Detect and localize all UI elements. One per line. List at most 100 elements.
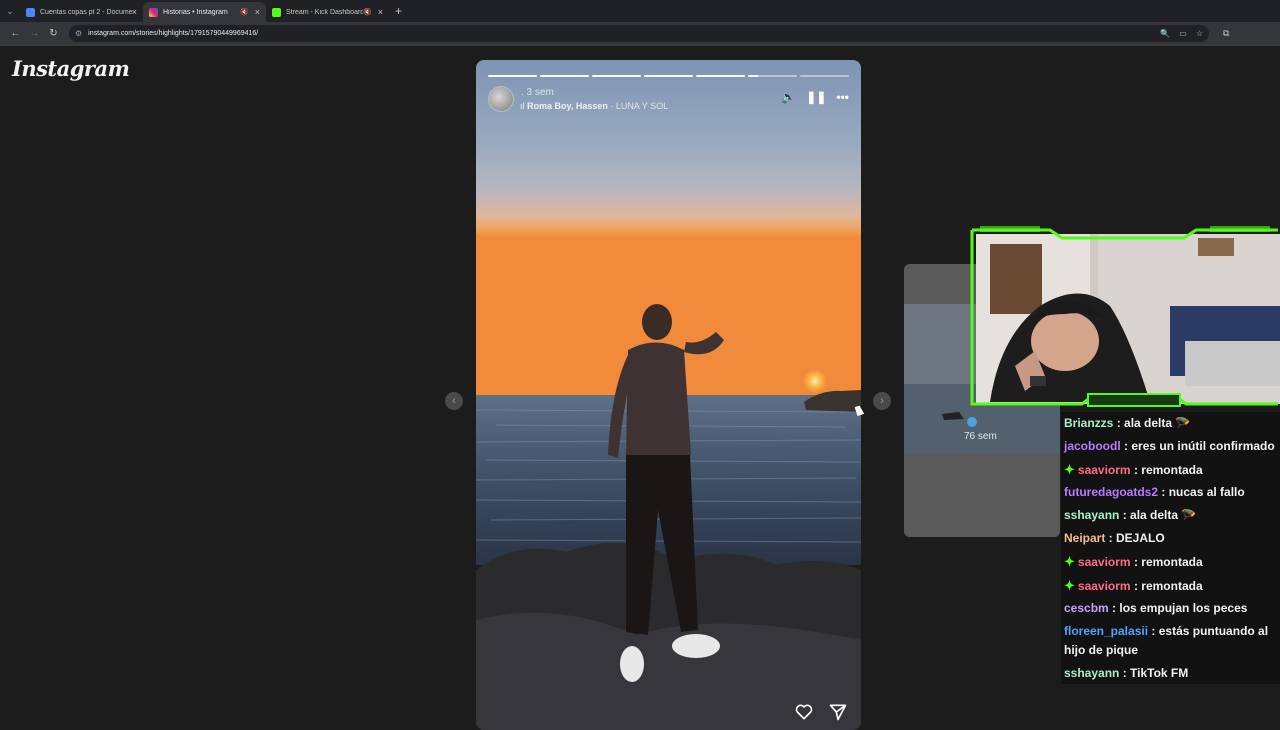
chat-username[interactable]: jacoboodl	[1064, 439, 1121, 453]
site-info-icon[interactable]: ⚙	[75, 29, 82, 38]
kick-badge-icon: ✦	[1064, 461, 1075, 477]
audio-artist[interactable]: Roma Boy, Hassen	[527, 101, 608, 111]
volume-icon[interactable]: 🔈	[781, 90, 796, 104]
chat-username[interactable]: saaviorm	[1078, 555, 1131, 569]
chat-message: futuredagoatds2 : nucas al fallo	[1064, 483, 1278, 502]
chat-text: nucas al fallo	[1168, 485, 1245, 500]
chat-separator: :	[1130, 462, 1142, 477]
back-arrow-icon[interactable]: ←	[6, 28, 25, 39]
progress-segment	[644, 75, 693, 77]
story-photo	[476, 60, 861, 730]
chat-message: sshayann : ala delta 🪂	[1064, 506, 1278, 525]
story-time: . 3 sem	[521, 87, 554, 98]
kick-favicon-icon	[272, 7, 281, 17]
chat-separator: :	[1158, 485, 1169, 500]
chat-message: sshayann : TikTok FM	[1064, 664, 1278, 683]
progress-segment	[592, 75, 641, 77]
muted-speaker-icon[interactable]: 🔇	[240, 8, 249, 16]
chat-separator: :	[1113, 416, 1125, 430]
kick-badge-icon: ✦	[1064, 577, 1075, 593]
chat-separator: :	[1130, 554, 1142, 569]
webcam-feed	[970, 226, 1280, 407]
tab-instagram[interactable]: Historias • Instagram 🔇 ×	[143, 2, 266, 22]
chat-message: ✦ saaviorm : remontada	[1064, 552, 1278, 572]
tab-search-menu-button[interactable]: ⌄	[0, 0, 20, 22]
tab-title: Cuentas copas pt 2 - Documen	[40, 8, 132, 16]
forward-arrow-icon[interactable]: →	[25, 28, 44, 39]
muted-speaker-icon[interactable]: 🔇	[363, 8, 372, 16]
chat-username[interactable]: futuredagoatds2	[1064, 485, 1158, 499]
share-send-icon[interactable]	[828, 702, 848, 722]
progress-segment-current	[748, 75, 797, 77]
tab-title: Stream - Kick Dashboard	[286, 8, 364, 16]
avatar[interactable]	[488, 86, 514, 112]
chat-message: cescbm : los empujan los peces	[1064, 599, 1278, 618]
chat-message: jacoboodl : eres un inútil confirmado	[1064, 437, 1278, 456]
chat-text: ala delta 🪂	[1130, 508, 1197, 523]
instagram-logo[interactable]: Instagram	[12, 56, 130, 81]
next-story-button[interactable]: ›	[873, 392, 891, 410]
audio-song[interactable]: LUNA Y SOL	[616, 101, 668, 111]
close-tab-icon[interactable]: ×	[255, 7, 260, 17]
chat-text: los empujan los peces	[1119, 601, 1248, 616]
story-progress-bar	[488, 75, 849, 77]
chat-username[interactable]: saaviorm	[1078, 463, 1131, 477]
chat-text: DEJALO	[1116, 530, 1165, 545]
url-text[interactable]: instagram.com/stories/highlights/1791579…	[88, 30, 1151, 37]
chat-message: ✦ saaviorm : remontada	[1064, 460, 1278, 480]
chat-separator: :	[1119, 665, 1131, 680]
extensions-icon[interactable]: ⧉	[1223, 28, 1229, 39]
chat-username[interactable]: sshayann	[1064, 508, 1119, 522]
webcam-overlay	[970, 226, 1280, 412]
chat-separator: :	[1119, 508, 1131, 523]
zoom-icon[interactable]: 🔍	[1160, 29, 1170, 38]
chat-message: Neipart : DEJALO	[1064, 529, 1278, 548]
browser-toolbar: ← → ↻ ⚙ instagram.com/stories/highlights…	[0, 22, 1280, 44]
chat-username[interactable]: Neipart	[1064, 531, 1105, 545]
tab-docs[interactable]: Cuentas copas pt 2 - Documen ×	[20, 2, 143, 22]
browser-tab-strip: ⌄ Cuentas copas pt 2 - Documen × Histori…	[0, 0, 1280, 22]
pause-icon[interactable]: ❚❚	[806, 90, 826, 104]
chat-text: ala delta 🪂	[1124, 416, 1191, 430]
instagram-favicon-icon	[149, 7, 158, 17]
progress-segment	[540, 75, 589, 77]
bookmark-star-icon[interactable]: ☆	[1196, 29, 1203, 38]
chat-text: remontada	[1141, 554, 1203, 569]
progress-segment	[488, 75, 537, 77]
audio-wave-icon: ıl	[520, 101, 525, 111]
tab-kick[interactable]: Stream - Kick Dashboard 🔇 ×	[266, 2, 389, 22]
chat-separator: :	[1120, 438, 1132, 453]
close-tab-icon[interactable]: ×	[378, 7, 383, 17]
chat-text: eres un inútil confirmado	[1131, 438, 1275, 453]
progress-segment	[696, 75, 745, 77]
reload-icon[interactable]: ↻	[44, 28, 63, 39]
more-icon[interactable]: •••	[836, 90, 849, 104]
chat-message: Brianzzs : ala delta 🪂	[1064, 414, 1278, 433]
close-tab-icon[interactable]: ×	[132, 7, 137, 17]
chat-username[interactable]: sshayann	[1064, 666, 1119, 680]
chat-username[interactable]: floreen_palasii	[1064, 624, 1148, 638]
tab-title: Historias • Instagram	[163, 8, 228, 16]
prev-story-button[interactable]: ‹	[445, 392, 463, 410]
story-header: . 3 sem ıl Roma Boy, Hassen · LUNA Y SOL…	[488, 86, 849, 116]
progress-segment	[800, 75, 849, 77]
heart-icon[interactable]	[794, 702, 814, 722]
chat-separator: :	[1108, 601, 1120, 616]
story-audio[interactable]: ıl Roma Boy, Hassen · LUNA Y SOL	[520, 101, 668, 111]
chat-separator: :	[1105, 530, 1117, 545]
chat-separator: :	[1130, 578, 1142, 593]
new-tab-button[interactable]: +	[395, 4, 402, 18]
toolbar-divider	[0, 44, 1280, 46]
address-bar[interactable]: ⚙ instagram.com/stories/highlights/17915…	[69, 24, 1209, 42]
chat-text: remontada	[1141, 462, 1203, 477]
chat-text: remontada	[1141, 578, 1203, 593]
kick-badge-icon: ✦	[1064, 553, 1075, 569]
mouse-cursor	[854, 405, 865, 416]
story-actions	[794, 702, 848, 722]
chat-username[interactable]: saaviorm	[1078, 579, 1131, 593]
chat-text: TikTok FM	[1130, 665, 1189, 680]
cast-icon[interactable]: ▭	[1179, 29, 1187, 38]
chat-username[interactable]: cescbm	[1064, 601, 1109, 615]
chat-username[interactable]: Brianzzs	[1064, 416, 1113, 430]
story-viewer[interactable]: . 3 sem ıl Roma Boy, Hassen · LUNA Y SOL…	[476, 60, 861, 730]
